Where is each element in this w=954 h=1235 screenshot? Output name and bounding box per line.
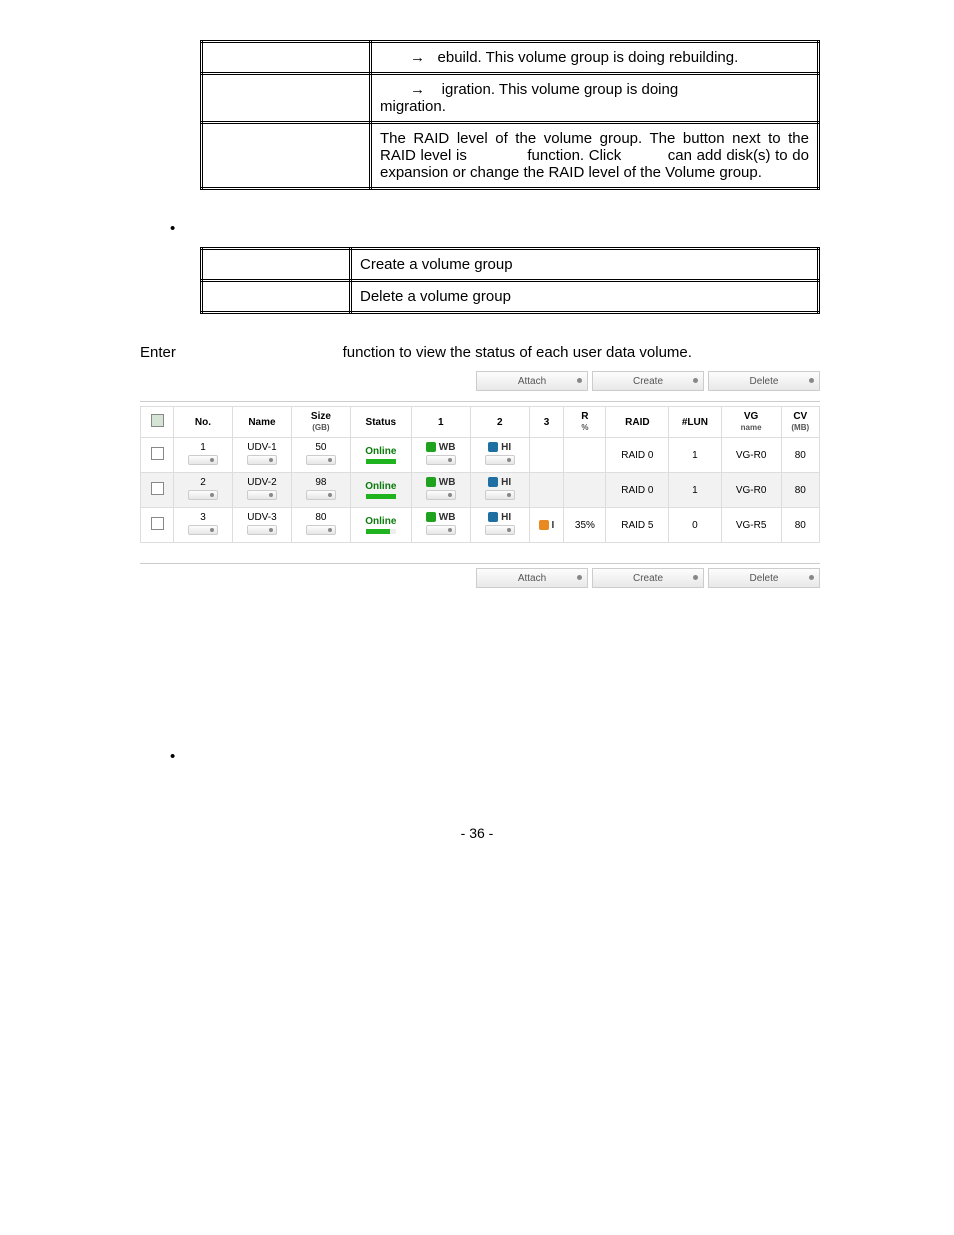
col-cv: CV(MB) bbox=[781, 407, 819, 438]
row-menu-button[interactable] bbox=[485, 490, 515, 500]
row-menu-button[interactable] bbox=[426, 455, 456, 465]
udv-table: No. Name Size(GB) Status 1 2 3 R% RAID #… bbox=[140, 406, 820, 543]
delete-button-bottom[interactable]: Delete bbox=[708, 568, 820, 588]
bullet: • bbox=[170, 220, 834, 237]
row-menu-button[interactable] bbox=[247, 490, 277, 500]
row-menu-button[interactable] bbox=[485, 525, 515, 535]
col-3: 3 bbox=[529, 407, 564, 438]
status-badge-i bbox=[539, 520, 549, 530]
vg-status-table: → ebuild. This volume group is doing reb… bbox=[200, 40, 820, 190]
col-no: No. bbox=[174, 407, 233, 438]
create-button-bottom[interactable]: Create bbox=[592, 568, 704, 588]
row-menu-button[interactable] bbox=[306, 525, 336, 535]
col-raid: RAID bbox=[606, 407, 669, 438]
row-checkbox[interactable] bbox=[151, 517, 164, 530]
row-menu-button[interactable] bbox=[247, 455, 277, 465]
row-checkbox[interactable] bbox=[151, 447, 164, 460]
status-badge-wb bbox=[426, 442, 436, 452]
col-lun: #LUN bbox=[669, 407, 721, 438]
col-size: Size(GB) bbox=[291, 407, 350, 438]
status-badge-hi bbox=[488, 512, 498, 522]
row-checkbox[interactable] bbox=[151, 482, 164, 495]
create-button[interactable]: Create bbox=[592, 371, 704, 391]
row-menu-button[interactable] bbox=[485, 455, 515, 465]
status-badge-wb bbox=[426, 477, 436, 487]
bullet: • bbox=[170, 748, 834, 765]
col-vg: VGname bbox=[721, 407, 781, 438]
delete-vg-text: Delete a volume group bbox=[351, 281, 819, 313]
delete-button[interactable]: Delete bbox=[708, 371, 820, 391]
col-1: 1 bbox=[411, 407, 470, 438]
status-badge-hi bbox=[488, 477, 498, 487]
row-menu-button[interactable] bbox=[426, 490, 456, 500]
arrow-icon: → bbox=[410, 49, 425, 66]
table-row: 3UDV-380Online WB HI I35%RAID 50VG-R580 bbox=[141, 508, 820, 543]
vg-operation-table: Create a volume group Delete a volume gr… bbox=[200, 247, 820, 314]
attach-button-bottom[interactable]: Attach bbox=[476, 568, 588, 588]
rebuild-text: ebuild. This volume group is doing rebui… bbox=[438, 49, 739, 66]
row-menu-button[interactable] bbox=[306, 490, 336, 500]
table-row: 2UDV-298Online WB HIRAID 01VG-R080 bbox=[141, 473, 820, 508]
select-all-checkbox[interactable] bbox=[151, 414, 164, 427]
arrow-icon: → bbox=[410, 81, 425, 98]
intro-line: Enter function to view the status of eac… bbox=[140, 344, 834, 361]
row-menu-button[interactable] bbox=[188, 455, 218, 465]
create-vg-text: Create a volume group bbox=[351, 249, 819, 281]
row-menu-button[interactable] bbox=[188, 525, 218, 535]
row-menu-button[interactable] bbox=[247, 525, 277, 535]
migration-text-b: migration. bbox=[380, 98, 809, 115]
row-menu-button[interactable] bbox=[306, 455, 336, 465]
raid-text-b: function. Click bbox=[527, 147, 621, 164]
col-name: Name bbox=[232, 407, 291, 438]
table-row: 1UDV-150Online WB HIRAID 01VG-R080 bbox=[141, 438, 820, 473]
page-number: - 36 - bbox=[120, 825, 834, 841]
row-menu-button[interactable] bbox=[426, 525, 456, 535]
col-r: R% bbox=[564, 407, 606, 438]
migration-text-a: igration. This volume group is doing bbox=[442, 81, 679, 98]
status-badge-hi bbox=[488, 442, 498, 452]
col-status: Status bbox=[350, 407, 411, 438]
status-badge-wb bbox=[426, 512, 436, 522]
col-2: 2 bbox=[470, 407, 529, 438]
attach-button[interactable]: Attach bbox=[476, 371, 588, 391]
row-menu-button[interactable] bbox=[188, 490, 218, 500]
